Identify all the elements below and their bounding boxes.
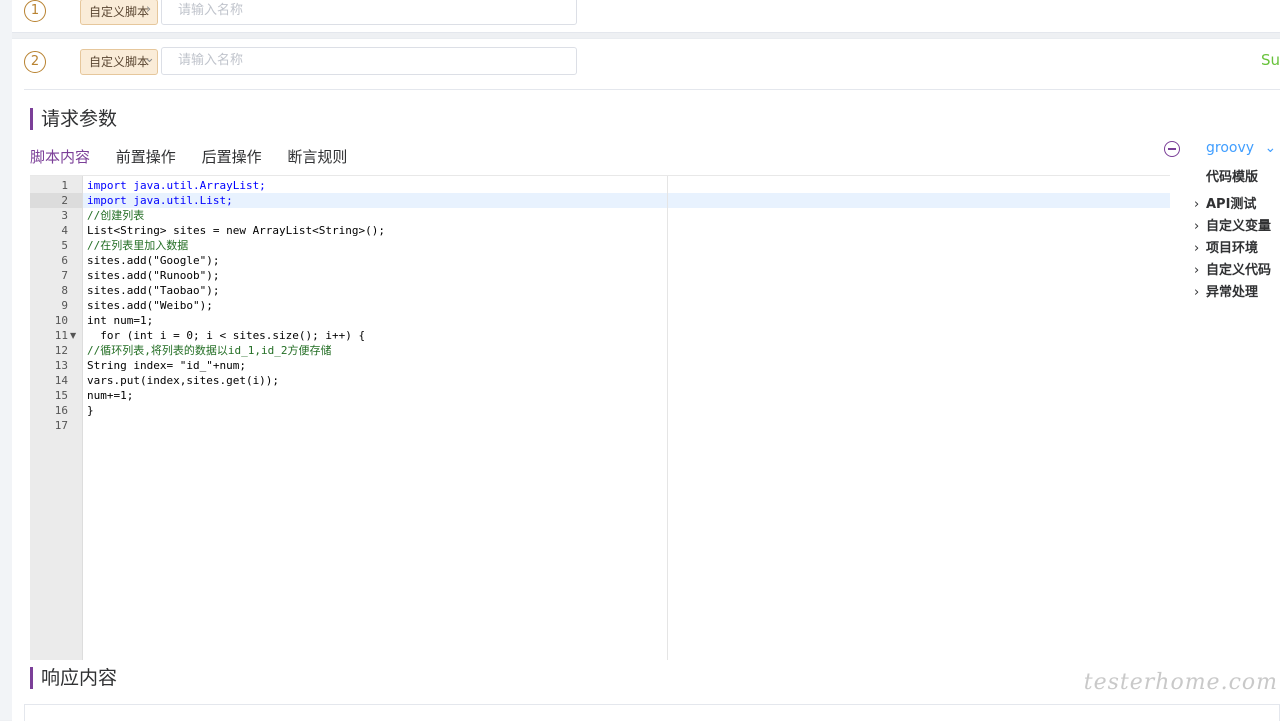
chevron-right-icon: ›: [1194, 219, 1200, 234]
step-number-badge: 1: [24, 0, 46, 22]
line-number: 15: [54, 389, 68, 402]
line-number: 14: [54, 374, 68, 387]
code-line: }: [87, 404, 94, 417]
line-number: 6: [61, 254, 68, 267]
code-line: //在列表里加入数据: [87, 239, 189, 252]
template-panel: groovy ⌄ 代码模版 › API测试 › 自定义变量 › 项目环境 › 自定义代码…: [1160, 136, 1280, 436]
code-editor[interactable]: 1 2 3 4 5 6 7 8 9 10 11 ▼ 12 13 14 15 16…: [30, 175, 1170, 660]
template-title: 代码模版: [1206, 170, 1259, 185]
tree-item-label: 项目环境: [1206, 241, 1259, 256]
section-title-response: 响应内容: [30, 667, 117, 689]
code-line: import java.util.ArrayList;: [87, 179, 266, 192]
name-input[interactable]: 请输入名称: [161, 0, 577, 25]
line-number: 2: [61, 194, 68, 207]
code-line: sites.add("Google");: [87, 254, 220, 267]
line-number: 4: [61, 224, 68, 237]
tree-item-label: API测试: [1206, 197, 1257, 212]
line-number: 8: [61, 284, 68, 297]
section-title-request: 请求参数: [30, 108, 117, 130]
line-number: 1: [61, 179, 68, 192]
language-select[interactable]: groovy ⌄: [1206, 140, 1276, 156]
tree-item-label: 异常处理: [1206, 285, 1259, 300]
watermark: testerhome.com: [1083, 670, 1278, 695]
code-line: for (int i = 0; i < sites.size(); i++) {: [87, 329, 366, 342]
code-line: //创建列表: [87, 209, 145, 222]
code-line: List<String> sites = new ArrayList<Strin…: [87, 224, 386, 237]
line-number: 10: [54, 314, 68, 327]
step-1-row: 1 自定义脚本 › 请输入名称: [12, 0, 1280, 33]
line-number: 17: [54, 419, 68, 432]
chevron-down-icon[interactable]: ⌄: [144, 51, 155, 66]
code-line: vars.put(index,sites.get(i));: [87, 374, 280, 387]
tab-pre-operation[interactable]: 前置操作: [116, 148, 176, 166]
line-number: 13: [54, 359, 68, 372]
line-number: 5: [61, 239, 68, 252]
code-line: num+=1;: [87, 389, 134, 402]
print-margin: [667, 176, 668, 660]
tree-item-label: 自定义代码: [1206, 263, 1272, 278]
chevron-down-icon: ⌄: [1264, 140, 1277, 156]
tree-item-api-test[interactable]: › API测试: [1194, 194, 1271, 216]
line-number: 11: [54, 329, 68, 342]
step-2-panel: 2 自定义脚本 ⌄ 请输入名称 Su 请求参数 脚本内容 前置操作 后置操作 断…: [12, 38, 1280, 721]
chevron-right-icon: ›: [1194, 197, 1200, 212]
language-value: groovy: [1206, 140, 1255, 156]
line-number: 16: [54, 404, 68, 417]
divider: [24, 89, 1280, 90]
tab-assertion-rules[interactable]: 断言规则: [287, 148, 347, 166]
tab-script-content[interactable]: 脚本内容: [30, 148, 90, 166]
line-number: 7: [61, 269, 68, 282]
active-line-highlight: [83, 193, 1170, 208]
tree-item-label: 自定义变量: [1206, 219, 1272, 234]
tree-item-exception[interactable]: › 异常处理: [1194, 282, 1271, 304]
code-line: import java.util.List;: [87, 194, 233, 207]
name-input[interactable]: 请输入名称: [161, 47, 577, 75]
code-line: sites.add("Taobao");: [87, 284, 220, 297]
step-number-badge: 2: [24, 51, 46, 73]
code-line: //循环列表,将列表的数据以id_1,id_2方便存储: [87, 344, 332, 357]
tree-item-custom-code[interactable]: › 自定义代码: [1194, 260, 1271, 282]
tab-post-operation[interactable]: 后置操作: [202, 148, 262, 166]
tree-item-custom-variable[interactable]: › 自定义变量: [1194, 216, 1271, 238]
line-number: 12: [54, 344, 68, 357]
line-number: 3: [61, 209, 68, 222]
left-gutter: [0, 0, 12, 720]
status-text: Su: [1260, 51, 1280, 69]
collapse-circle-icon[interactable]: [1164, 141, 1180, 157]
chevron-right-icon: ›: [1194, 263, 1200, 278]
code-line: sites.add("Weibo");: [87, 299, 213, 312]
code-line: sites.add("Runoob");: [87, 269, 220, 282]
tab-bar: 脚本内容 前置操作 后置操作 断言规则: [30, 146, 368, 167]
chevron-right-icon: ›: [1194, 285, 1200, 300]
code-line: int num=1;: [87, 314, 154, 327]
template-tree: › API测试 › 自定义变量 › 项目环境 › 自定义代码 › 异常处理: [1194, 194, 1271, 304]
code-line: String index= "id_"+num;: [87, 359, 246, 372]
chevron-right-icon: ›: [1194, 241, 1200, 256]
fold-arrow-icon[interactable]: ▼: [70, 328, 76, 343]
line-number: 9: [61, 299, 68, 312]
chevron-right-icon[interactable]: ›: [146, 2, 151, 17]
tree-item-project-env[interactable]: › 项目环境: [1194, 238, 1271, 260]
response-content-box: [24, 704, 1280, 721]
